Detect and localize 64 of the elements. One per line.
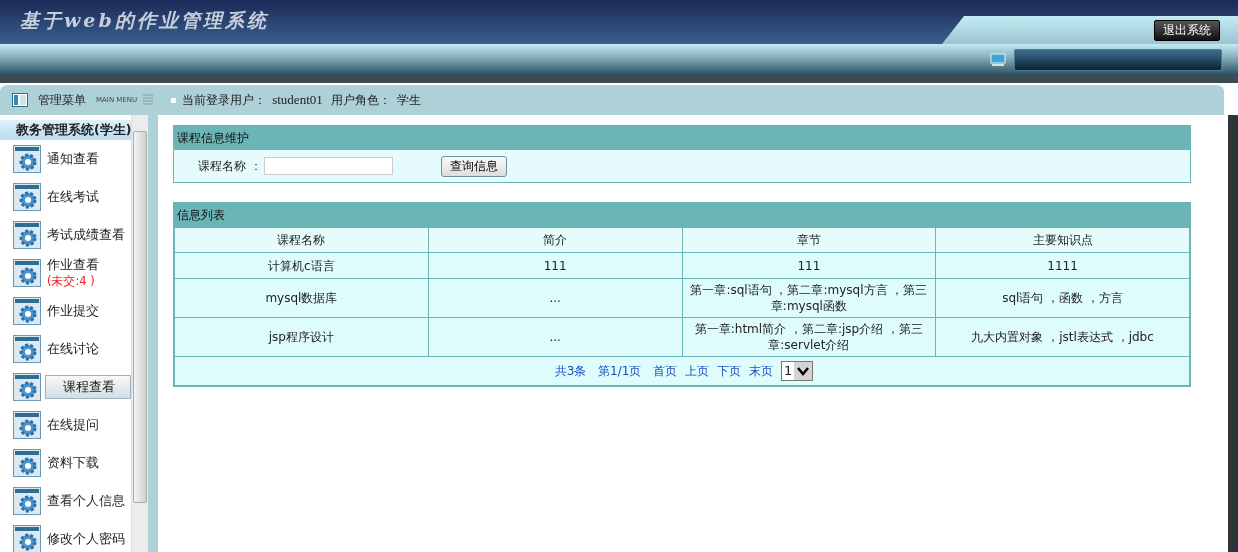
course-name-field[interactable]: [264, 157, 393, 175]
panel-title: 课程信息维护: [174, 126, 1190, 150]
sidebar-title: 教务管理系统(学生): [0, 120, 132, 140]
column-header: 简介: [428, 227, 682, 253]
dropdown-icon: [794, 362, 813, 380]
table-cell: 111: [428, 252, 682, 279]
menu-item[interactable]: 考试成绩查看: [45, 224, 132, 246]
record-count: 共3条: [554, 363, 587, 378]
gear-icon: [13, 449, 41, 477]
page-link[interactable]: 末页: [749, 363, 774, 378]
page-link[interactable]: 下页: [717, 363, 742, 378]
gear-icon: [13, 335, 41, 363]
gear-icon: [13, 259, 41, 287]
user-role: 学生: [396, 91, 421, 109]
lines-icon: [143, 94, 154, 106]
table-cell: jsp程序设计: [174, 317, 429, 357]
gear-icon: [13, 411, 41, 439]
page-select[interactable]: 1: [781, 361, 814, 381]
role-label: 用户角色：: [330, 91, 391, 109]
menu-item[interactable]: 查看个人信息: [45, 490, 132, 512]
pending-count: (未交:4 ): [47, 274, 96, 289]
scrollbar[interactable]: [131, 115, 148, 552]
table-cell: ...: [428, 278, 682, 318]
page-link[interactable]: 首页: [653, 363, 678, 378]
field-label: 课程名称 ：: [198, 157, 263, 175]
page-link[interactable]: 上页: [685, 363, 710, 378]
page-indicator: 第1/1页: [598, 363, 642, 378]
column-header: 主要知识点: [935, 227, 1190, 253]
table-cell: 计算机c语言: [174, 252, 429, 279]
menu-item[interactable]: 课程查看: [45, 375, 132, 399]
gear-icon: [13, 297, 41, 325]
app-title: 基于web的作业管理系统: [19, 8, 269, 33]
table-cell: mysql数据库: [174, 278, 429, 318]
table-cell: 111: [682, 252, 936, 279]
column-header: 章节: [682, 227, 936, 253]
column-header: 课程名称: [174, 227, 429, 253]
menu-item[interactable]: 资料下载: [45, 452, 132, 474]
menu-item[interactable]: 通知查看: [45, 148, 132, 170]
table-cell: 第一章:sql语句 ，第二章:mysql方言 ，第三章:mysql函数: [682, 278, 936, 318]
layout-icon: [12, 93, 28, 107]
panel-title: 信息列表: [174, 203, 1190, 227]
table-cell: ...: [428, 317, 682, 357]
menu-item[interactable]: 作业提交: [45, 300, 132, 322]
monitor-icon: [990, 52, 1006, 67]
gear-icon: [13, 221, 41, 249]
gear-icon: [13, 145, 41, 173]
gear-icon: [13, 183, 41, 211]
table-cell: 第一章:html简介 ，第二章:jsp介绍 ，第三章:servlet介绍: [682, 317, 936, 357]
menu-item[interactable]: 作业查看 (未交:4 ): [45, 255, 132, 291]
menu-item[interactable]: 修改个人密码: [45, 528, 132, 550]
menu-item[interactable]: 在线提问: [45, 414, 132, 436]
user-label: 当前登录用户：: [182, 91, 267, 109]
search-button[interactable]: 查询信息: [441, 155, 507, 177]
table-cell: 1111: [935, 252, 1190, 279]
gear-icon: [13, 487, 41, 515]
menu-title: 管理菜单: [38, 91, 86, 109]
logout-button[interactable]: 退出系统: [1154, 19, 1220, 41]
bullet-icon: [171, 97, 177, 103]
user-name: student01: [272, 92, 323, 108]
gear-icon: [13, 373, 41, 401]
menu-item[interactable]: 在线考试: [45, 186, 132, 208]
menu-item[interactable]: 在线讨论: [45, 338, 132, 360]
table-cell: 九大内置对象 ，jstl表达式 ，jdbc: [935, 317, 1190, 357]
table-cell: sql语句 ，函数 ，方言: [935, 278, 1190, 318]
